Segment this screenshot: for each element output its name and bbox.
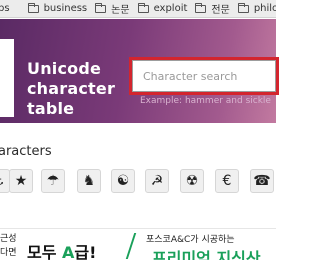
bookmark-label: philosop [253,3,276,14]
advertisement-banner[interactable]: 근성 다면 모두 A급! 포스코A&C가 시공하는 프리미엄 지식산 [0,228,276,260]
ad-headline-highlight: A [62,243,75,260]
ad-headline: 모두 A급! [27,239,96,260]
bookmark-ps[interactable]: ps [0,0,10,17]
bookmark-label: exploit [153,3,188,14]
section-title: aracters [0,144,52,159]
char-hammer-sickle[interactable]: ☭ [145,169,169,193]
ad-left-top-text: 근성 [0,234,17,244]
folder-icon [237,2,249,13]
ad-headline-suffix: 급! [74,243,97,260]
bookmark-label: business [43,3,88,14]
char-telephone[interactable]: ☎ [250,169,274,193]
bookmark-exploit[interactable]: exploit [137,0,188,17]
bookmark-label: ps [0,3,10,14]
site-title-line-1[interactable]: Unicode [27,59,101,78]
search-input[interactable] [132,60,276,92]
bookmark-expert[interactable]: 전문 [195,0,230,17]
ad-divider [125,233,137,259]
bookmarks-bar: ps business 논문 exploit 전문 philosop [0,0,276,18]
search-box-highlight [129,57,279,95]
ad-right-top-text: 포스코A&C가 시공하는 [146,235,235,245]
search-example-hint[interactable]: Example: hammer and sickle [140,96,271,106]
bookmark-philosophy[interactable]: philosop [237,0,276,17]
bookmark-label: 전문 [211,5,230,16]
bookmark-papers[interactable]: 논문 [95,0,130,17]
folder-icon [95,2,107,13]
site-title-line-2[interactable]: character [27,79,115,98]
bookmark-label: 논문 [111,5,130,16]
characters-section: aracters ⚓ ★ ☂ ♞ ☯ ☭ ☢ € ☎ [0,123,276,230]
ad-headline-prefix: 모두 [27,243,63,260]
char-knight[interactable]: ♞ [77,169,101,193]
char-umbrella[interactable]: ☂ [41,169,65,193]
char-star[interactable]: ★ [9,169,33,193]
ad-right-bottom-text: 프리미엄 지식산 [152,249,261,260]
char-euro[interactable]: € [215,169,239,193]
character-list: ⚓ ★ ☂ ♞ ☯ ☭ ☢ € ☎ [0,169,276,197]
folder-icon [137,2,149,13]
ad-left-bottom-text: 다면 [0,248,17,258]
bookmark-business[interactable]: business [27,0,88,17]
char-radioactive[interactable]: ☢ [180,169,204,193]
site-title-line-3[interactable]: table [27,99,74,118]
folder-icon [27,2,39,13]
char-yin-yang[interactable]: ☯ [111,169,135,193]
site-header: Unicode character table Example: hammer … [0,19,279,123]
folder-icon [195,2,207,13]
logo-mark[interactable] [0,39,14,117]
